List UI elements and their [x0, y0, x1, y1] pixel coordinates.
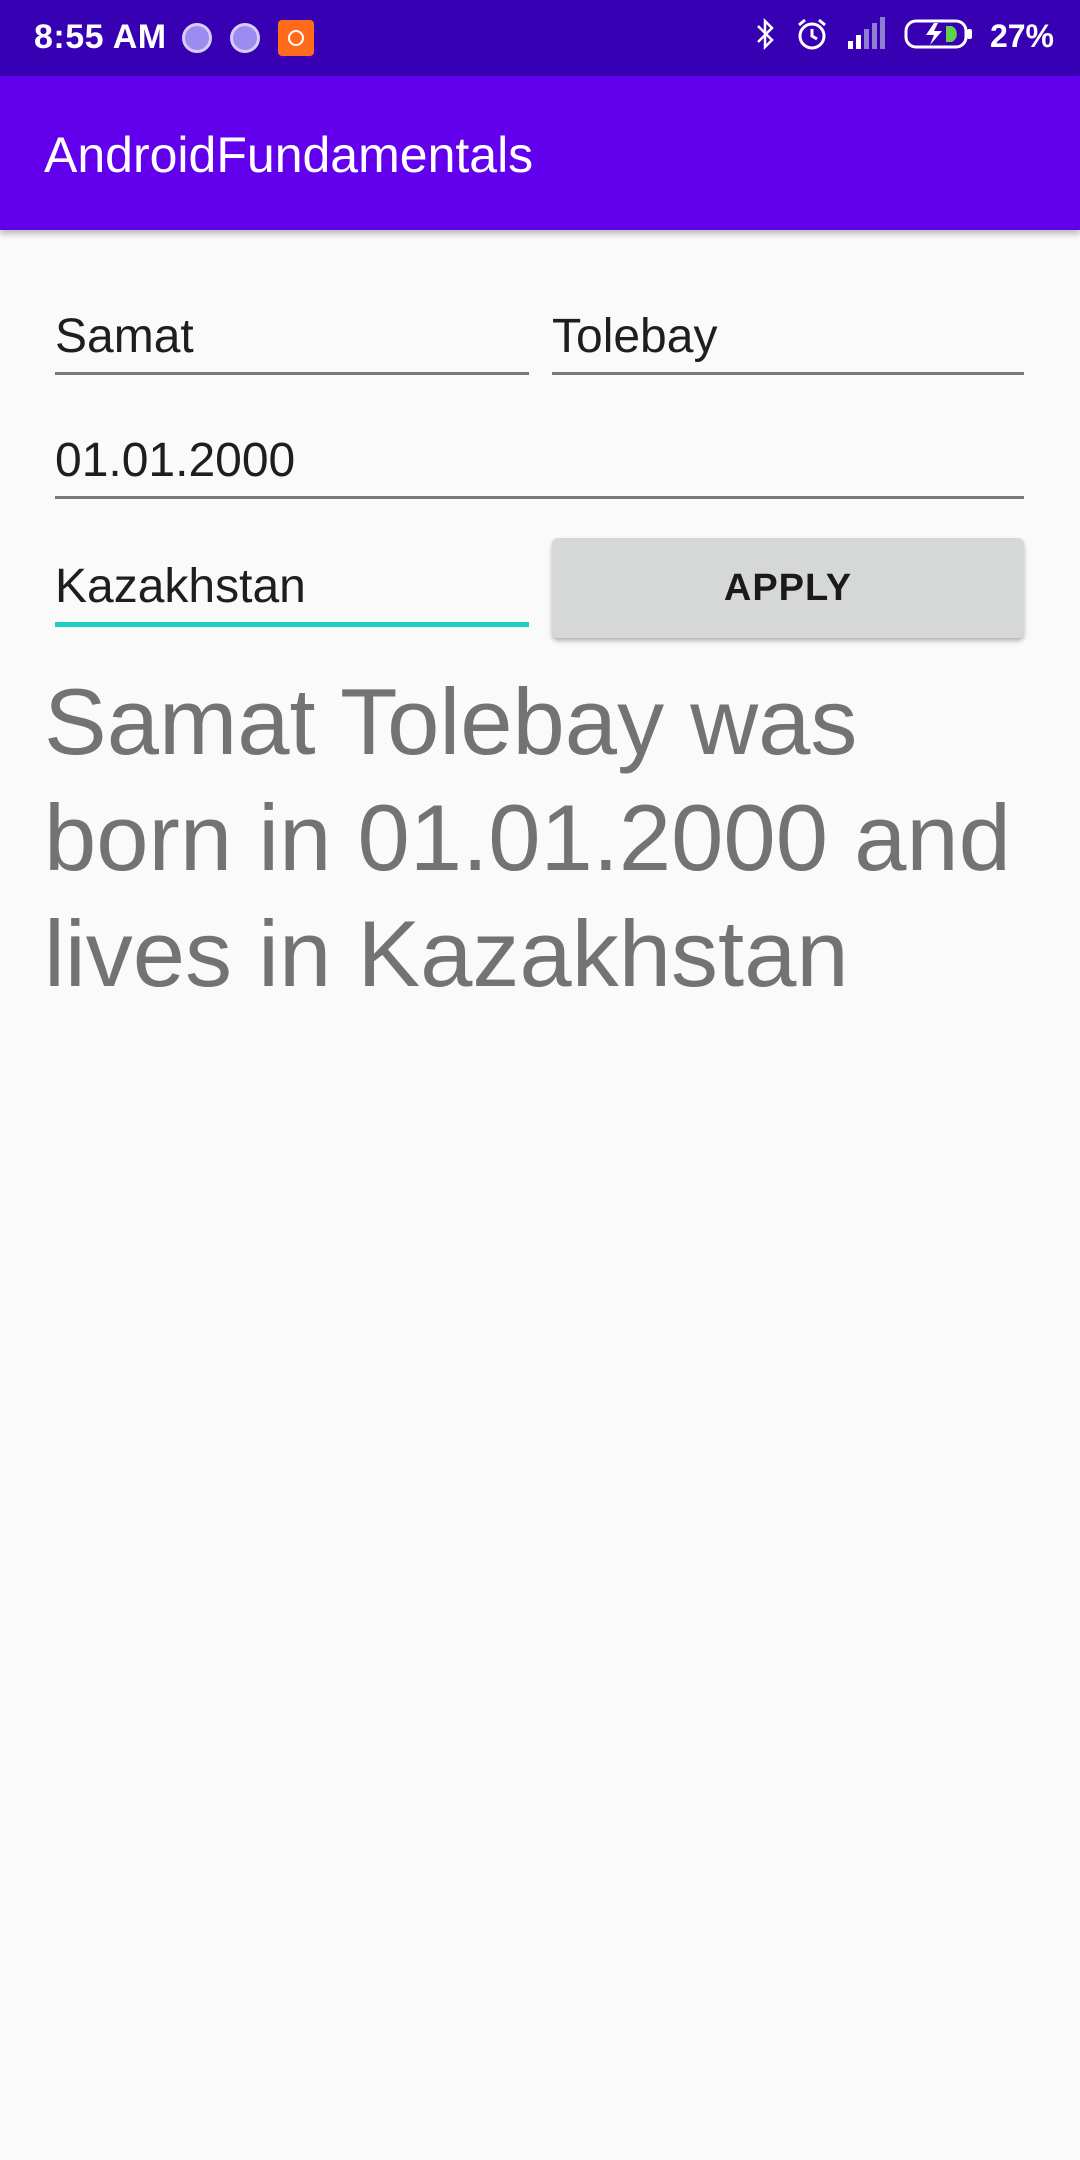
- signal-icon: [846, 17, 888, 56]
- status-time: 8:55 AM: [34, 18, 167, 56]
- battery-percent: 27%: [989, 18, 1054, 54]
- battery-charging-icon: [904, 17, 974, 56]
- first-name-field[interactable]: Samat: [55, 302, 529, 375]
- last-name-value: Tolebay: [552, 310, 718, 363]
- country-field[interactable]: Kazakhstan: [55, 552, 529, 627]
- status-right-icons: 27%: [754, 16, 1054, 57]
- app-title: AndroidFundamentals: [44, 127, 534, 183]
- bluetooth-icon: [754, 16, 778, 57]
- country-value: Kazakhstan: [55, 560, 306, 613]
- birth-date-field[interactable]: 01.01.2000: [55, 426, 1024, 499]
- app-bar: AndroidFundamentals: [0, 76, 1080, 230]
- status-bar: 8:55 AM 27%: [0, 0, 1080, 76]
- result-text: Samat Tolebay was born in 01.01.2000 and…: [44, 669, 1011, 1006]
- apply-button[interactable]: APPLY: [552, 538, 1024, 638]
- notification-icons: [182, 20, 314, 56]
- birth-date-value: 01.01.2000: [55, 434, 296, 487]
- notification-dot-icon: [230, 23, 260, 53]
- notification-dot-icon: [182, 23, 212, 53]
- last-name-field[interactable]: Tolebay: [552, 302, 1024, 375]
- mi-app-icon: [278, 20, 314, 56]
- alarm-icon: [794, 16, 830, 57]
- first-name-value: Samat: [55, 310, 194, 363]
